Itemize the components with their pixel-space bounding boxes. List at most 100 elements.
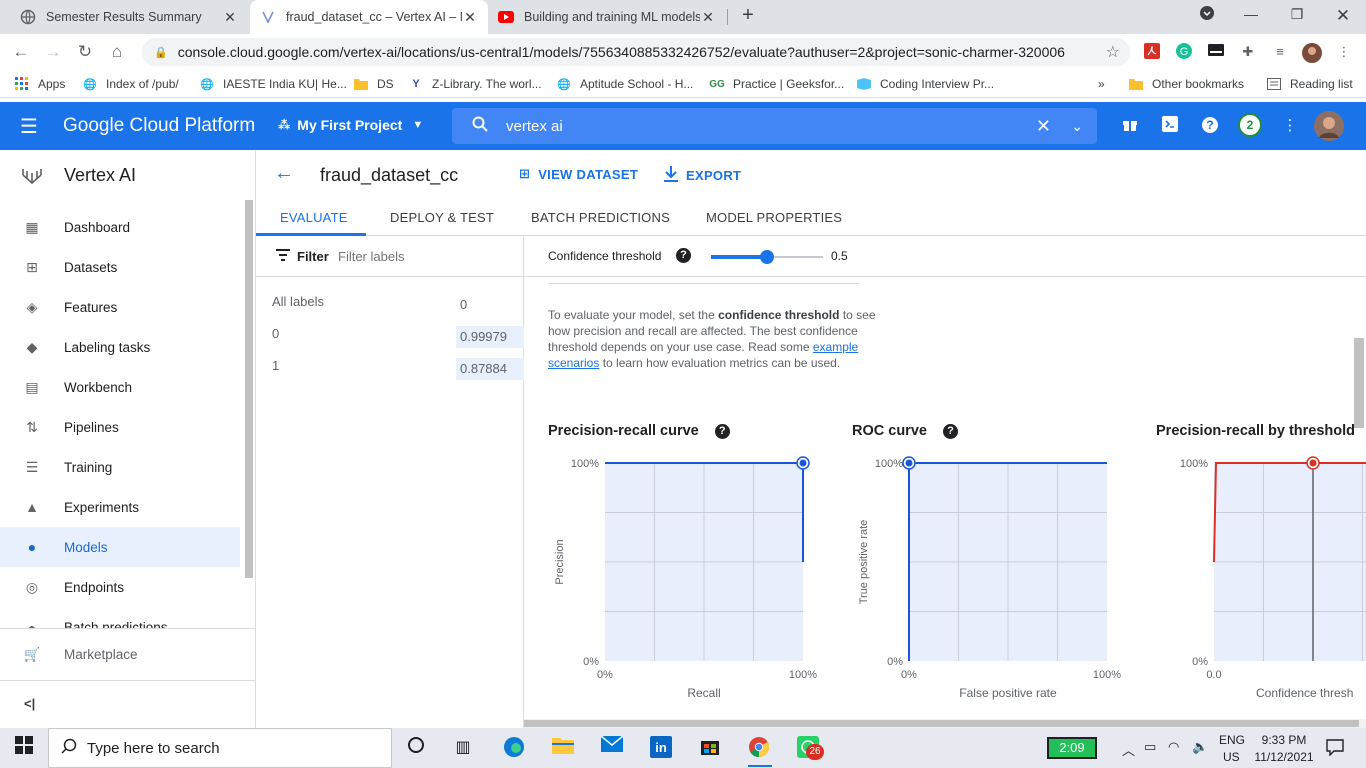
cloud-shell-icon[interactable] — [1160, 116, 1180, 136]
sidebar-item-features[interactable]: ◈ Features — [0, 287, 240, 327]
sidebar-item-marketplace[interactable]: 🛒 Marketplace — [0, 628, 255, 680]
bookmark-index-pub[interactable]: 🌐 Index of /pub/ — [82, 75, 179, 93]
bookmark-zlibrary[interactable]: Y Z-Library. The worl... — [408, 75, 541, 93]
battery-widget[interactable]: 2:09 — [1047, 737, 1097, 759]
bookmarks-overflow[interactable]: » — [1098, 75, 1105, 93]
bookmark-aptitude[interactable]: 🌐 Aptitude School - H... — [556, 75, 693, 93]
tray-overflow-icon[interactable]: ︿ — [1122, 740, 1135, 759]
windows-start-icon[interactable] — [12, 736, 36, 760]
pdf-extension-icon[interactable] — [1142, 43, 1162, 61]
label-row-all[interactable]: All labels 0 — [272, 294, 508, 322]
gift-icon[interactable] — [1120, 116, 1140, 136]
label-row-0[interactable]: 0 0.99979 — [272, 326, 524, 354]
account-avatar[interactable] — [1314, 111, 1344, 141]
bookmark-geeksforgeeks[interactable]: GG Practice | Geeksfor... — [709, 75, 844, 93]
filter-bar[interactable]: Filter — [256, 237, 524, 277]
sidebar-item-models[interactable]: ● Models — [0, 527, 240, 567]
chrome-icon[interactable] — [747, 736, 771, 760]
chevron-down-icon[interactable]: ⌄ — [1071, 118, 1083, 135]
bookmark-ds[interactable]: DS — [353, 75, 394, 93]
label-row-1[interactable]: 1 0.87884 — [272, 358, 524, 386]
wifi-icon[interactable]: ◠ — [1168, 739, 1179, 755]
bookmark-star-icon[interactable]: ☆ — [1106, 42, 1120, 62]
back-arrow-icon[interactable]: ← — [274, 162, 294, 185]
extensions-puzzle-icon[interactable]: ✚ — [1238, 43, 1258, 61]
browser-menu-icon[interactable]: ⋮ — [1334, 43, 1354, 61]
address-bar[interactable]: 🔒 console.cloud.google.com/vertex-ai/loc… — [142, 38, 1130, 66]
horizontal-scrollbar[interactable] — [524, 719, 1366, 728]
new-tab-button[interactable]: + — [737, 4, 759, 26]
linkedin-icon[interactable]: in — [649, 736, 673, 760]
bookmark-iaeste[interactable]: 🌐 IAESTE India KU| He... — [199, 75, 347, 93]
media-control-icon[interactable]: ≡ — [1270, 43, 1290, 61]
store-icon[interactable] — [698, 736, 722, 760]
export-button[interactable]: EXPORT — [664, 166, 741, 185]
main-vertical-scrollbar[interactable] — [1354, 338, 1364, 428]
restore-icon[interactable]: ❐ — [1286, 6, 1308, 28]
grammarly-icon[interactable]: G — [1174, 43, 1194, 61]
reading-list[interactable]: Reading list — [1266, 75, 1353, 93]
tab-search-icon[interactable] — [1196, 6, 1218, 28]
sidebar-item-batch-predictions[interactable]: ● Batch predictions — [0, 607, 240, 628]
sidebar-item-dashboard[interactable]: ▦ Dashboard — [0, 207, 240, 247]
help-icon[interactable]: ? — [1200, 116, 1220, 136]
collapse-sidebar[interactable]: <| — [0, 680, 255, 728]
close-tab-icon[interactable]: ✕ — [462, 9, 478, 26]
whatsapp-icon[interactable]: 26 — [796, 736, 824, 760]
close-tab-icon[interactable]: ✕ — [222, 9, 238, 26]
search-bar[interactable]: ✕ ⌄ — [452, 108, 1097, 144]
project-selector[interactable]: ⁂ My First Project ▼ — [278, 117, 423, 133]
file-explorer-icon[interactable] — [551, 736, 575, 760]
edge-icon[interactable] — [502, 736, 526, 760]
notifications-badge[interactable]: 2 — [1238, 113, 1262, 137]
profile-avatar[interactable] — [1302, 43, 1322, 63]
mail-icon[interactable] — [600, 735, 624, 760]
minimize-icon[interactable]: — — [1240, 6, 1262, 28]
help-icon[interactable]: ? — [942, 423, 958, 439]
sidebar-item-workbench[interactable]: ▤ Workbench — [0, 367, 240, 407]
home-icon[interactable]: ⌂ — [106, 41, 128, 63]
bookmark-coding-interview[interactable]: Coding Interview Pr... — [856, 75, 994, 93]
reload-icon[interactable]: ↻ — [74, 41, 96, 63]
notification-center-icon[interactable] — [1326, 738, 1344, 759]
sidebar-item-datasets[interactable]: ⊞ Datasets — [0, 247, 240, 287]
sidebar-item-labeling-tasks[interactable]: ◆ Labeling tasks — [0, 327, 240, 367]
close-window-icon[interactable]: ✕ — [1332, 6, 1354, 28]
sidebar-scrollbar[interactable] — [245, 200, 253, 578]
tab-batch-predictions[interactable]: BATCH PREDICTIONS — [531, 210, 670, 225]
battery-icon[interactable]: ▭ — [1144, 739, 1156, 755]
hamburger-menu-icon[interactable]: ☰ — [20, 114, 38, 139]
view-dataset-button[interactable]: ⊞ VIEW DATASET — [519, 166, 638, 182]
gcp-brand[interactable]: Google Cloud Platform — [63, 115, 255, 137]
search-input[interactable] — [506, 117, 1006, 135]
bookmark-other[interactable]: Other bookmarks — [1128, 75, 1244, 93]
volume-icon[interactable]: 🔈 — [1192, 739, 1208, 755]
sidebar-item-endpoints[interactable]: ◎ Endpoints — [0, 567, 240, 607]
filter-labels-input[interactable] — [338, 249, 508, 264]
tab-model-properties[interactable]: MODEL PROPERTIES — [706, 210, 842, 225]
language-indicator[interactable]: ENG US — [1219, 733, 1245, 764]
back-icon[interactable]: ← — [10, 41, 32, 63]
clock[interactable]: 9:33 PM 11/12/2021 — [1252, 733, 1316, 764]
close-tab-icon[interactable]: ✕ — [700, 9, 716, 26]
task-view-icon[interactable]: ▥ — [451, 736, 475, 760]
help-icon[interactable]: ? — [676, 248, 691, 263]
sidebar-item-training[interactable]: ☰ Training — [0, 447, 240, 487]
browser-tab-semester[interactable]: Semester Results Summary ✕ — [10, 0, 248, 34]
confidence-slider[interactable] — [711, 249, 823, 265]
cortana-icon[interactable] — [404, 736, 428, 760]
help-icon[interactable]: ? — [714, 423, 730, 439]
more-vert-icon[interactable]: ⋮ — [1280, 116, 1300, 136]
browser-tab-youtube[interactable]: Building and training ML models ✕ — [488, 0, 726, 34]
browser-tab-vertex[interactable]: fraud_dataset_cc – Vertex AI – My ✕ — [250, 0, 488, 34]
tab-deploy-test[interactable]: DEPLOY & TEST — [390, 210, 494, 225]
clear-search-icon[interactable]: ✕ — [1036, 116, 1051, 137]
slider-handle[interactable] — [760, 250, 774, 264]
bookmark-apps[interactable]: Apps — [14, 75, 65, 93]
sidebar-item-experiments[interactable]: ▲ Experiments — [0, 487, 240, 527]
sidebar-item-pipelines[interactable]: ⇅ Pipelines — [0, 407, 240, 447]
extension-box-icon[interactable] — [1206, 43, 1226, 61]
taskbar-search[interactable]: Type here to search — [48, 728, 392, 768]
tab-evaluate[interactable]: EVALUATE — [280, 210, 348, 225]
forward-icon[interactable]: → — [42, 41, 64, 63]
